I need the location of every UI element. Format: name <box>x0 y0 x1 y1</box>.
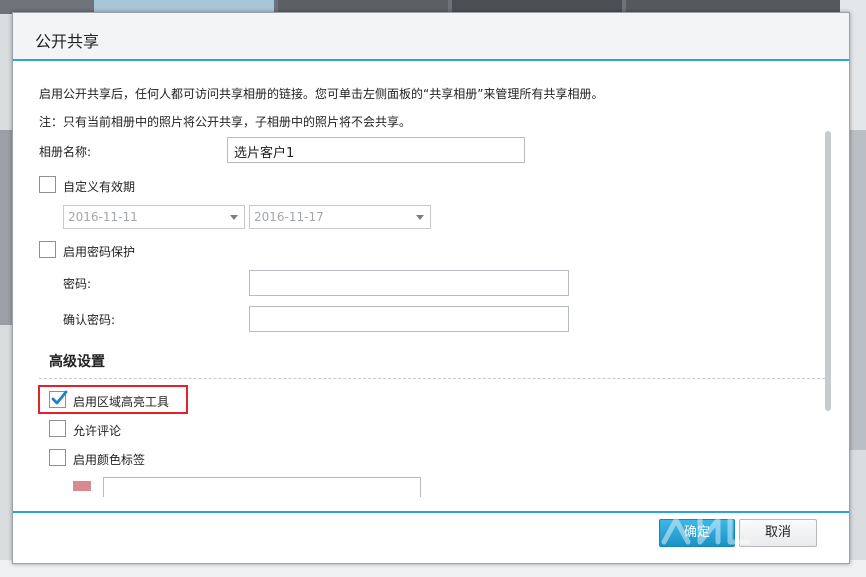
album-name-input[interactable]: 选片客户1 <box>227 137 525 163</box>
advanced-divider <box>39 378 825 379</box>
custom-validity-checkbox[interactable] <box>39 176 56 193</box>
start-date-select[interactable]: 2016-11-11 <box>63 205 245 229</box>
area-highlight-label: 启用区域高亮工具 <box>73 395 170 409</box>
color-label-checkbox[interactable] <box>49 449 66 466</box>
allow-comments-label: 允许评论 <box>73 424 122 438</box>
intro-text: 启用公开共享后，任何人都可访问共享相册的链接。您可单击左侧面板的“共享相册”来管… <box>39 87 604 101</box>
allow-comments-checkbox[interactable] <box>49 420 66 437</box>
area-highlight-checkbox[interactable] <box>49 390 68 408</box>
confirm-password-input[interactable] <box>249 306 569 332</box>
album-name-label: 相册名称: <box>39 145 92 159</box>
color-swatch[interactable] <box>73 481 91 491</box>
note-text: 注：只有当前相册中的照片将公开共享，子相册中的照片将不会共享。 <box>39 115 412 129</box>
end-date-select[interactable]: 2016-11-17 <box>249 205 431 229</box>
public-share-dialog: 公开共享 启用公开共享后，任何人都可访问共享相册的链接。您可单击左侧面板的“共享… <box>12 12 850 564</box>
confirm-password-label: 确认密码: <box>63 313 116 327</box>
color-label-input[interactable] <box>103 477 421 497</box>
chevron-down-icon <box>230 215 238 220</box>
password-label: 密码: <box>63 277 92 291</box>
chevron-down-icon <box>416 215 424 220</box>
password-input[interactable] <box>249 270 569 296</box>
advanced-settings-title: 高级设置 <box>49 354 105 370</box>
dialog-body: 启用公开共享后，任何人都可访问共享相册的链接。您可单击左侧面板的“共享相册”来管… <box>17 63 833 511</box>
watermark-logo <box>661 517 751 545</box>
end-date-value: 2016-11-17 <box>254 210 324 224</box>
color-label-label: 启用颜色标签 <box>73 453 146 467</box>
dialog-title: 公开共享 <box>35 32 100 51</box>
custom-validity-label: 自定义有效期 <box>63 180 136 194</box>
password-protection-checkbox[interactable] <box>39 241 56 258</box>
vertical-scrollbar[interactable] <box>825 131 831 411</box>
start-date-value: 2016-11-11 <box>68 210 138 224</box>
dialog-titlebar: 公开共享 <box>13 13 849 61</box>
checkmark-icon <box>51 390 68 405</box>
password-protection-label: 启用密码保护 <box>63 245 136 259</box>
